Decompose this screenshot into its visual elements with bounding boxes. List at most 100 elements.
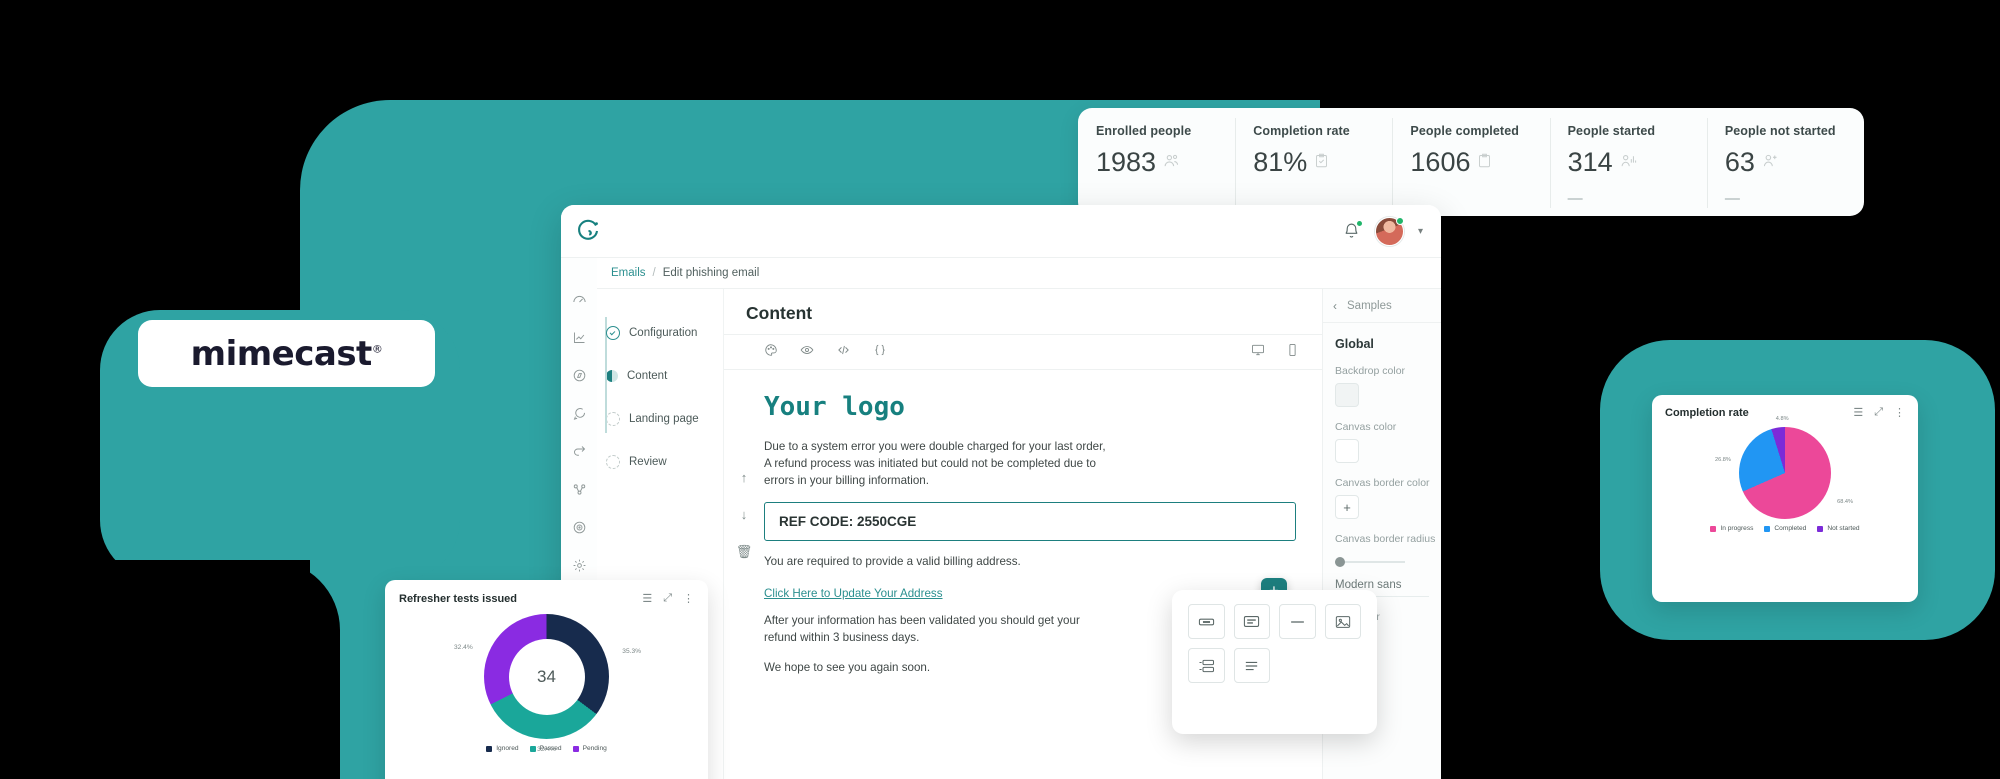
chart-title: Refresher tests issued bbox=[399, 592, 517, 605]
mimecast-wordmark-text: mimecast bbox=[190, 333, 373, 374]
mimecast-logo: mimecast® bbox=[138, 320, 435, 387]
screenshot-stage: mimecast® Enrolled people 1983 Completio… bbox=[0, 0, 2000, 779]
block-palette-popover bbox=[1172, 590, 1377, 734]
donut-center-value: 34 bbox=[537, 666, 556, 686]
email-paragraph-2: You are required to provide a valid bill… bbox=[764, 555, 1021, 569]
stat-card-completion-rate: Completion rate 81% bbox=[1235, 108, 1392, 216]
legend-item-ignored: Ignored bbox=[486, 745, 519, 752]
chart-title: Completion rate bbox=[1665, 406, 1749, 419]
breadcrumb-emails-link[interactable]: Emails bbox=[611, 267, 646, 279]
more-options-icon[interactable]: ⋮ bbox=[1894, 406, 1905, 419]
email-ref-code-block[interactable]: REF CODE: 2550CGE bbox=[764, 502, 1296, 542]
stat-card-people-completed: People completed 1606 bbox=[1392, 108, 1549, 216]
compass-icon[interactable] bbox=[572, 368, 587, 388]
canvas-border-color-add-button[interactable]: + bbox=[1335, 495, 1359, 519]
people-network-icon[interactable] bbox=[572, 482, 587, 502]
legend-item-in-progress: In progress bbox=[1710, 525, 1753, 532]
legend-label: Completed bbox=[1774, 525, 1807, 532]
pie-label-not-started: 4.8% bbox=[1775, 416, 1789, 422]
chat-bubble-icon[interactable] bbox=[572, 406, 587, 426]
legend-label: Pending bbox=[582, 745, 607, 752]
trademark-symbol: ® bbox=[371, 342, 383, 356]
refresher-tests-card: Refresher tests issued ☰ ⤢ ⋮ 34 35.3% 32… bbox=[385, 580, 708, 779]
stat-label: People not started bbox=[1724, 124, 1836, 138]
share-icon[interactable] bbox=[572, 444, 587, 464]
code-icon[interactable] bbox=[836, 343, 851, 362]
donut-label-pending: 32.4% bbox=[454, 644, 473, 651]
legend-item-not-started: Not started bbox=[1817, 525, 1860, 532]
canvas-color-label: Canvas color bbox=[1335, 421, 1397, 433]
email-cta-link[interactable]: Click Here to Update Your Address bbox=[764, 587, 943, 600]
list-view-icon[interactable]: ☰ bbox=[642, 592, 652, 605]
stat-label: Completion rate bbox=[1253, 124, 1350, 138]
clipboard-check-icon bbox=[1314, 152, 1329, 174]
target-icon[interactable] bbox=[572, 520, 587, 540]
email-logo-text: Your logo bbox=[764, 392, 905, 422]
breadcrumb: Emails / Edit phishing email bbox=[597, 258, 1441, 288]
avatar[interactable] bbox=[1374, 216, 1404, 246]
block-actions-rail: ↑ ↓ 🗑 bbox=[724, 392, 764, 779]
paragraph-block-icon[interactable] bbox=[1233, 648, 1270, 683]
legend-label: Not started bbox=[1827, 525, 1860, 532]
analytics-chart-icon[interactable] bbox=[572, 330, 587, 350]
stat-value: 63 bbox=[1724, 147, 1755, 177]
step-content[interactable]: Content bbox=[605, 354, 723, 397]
company-logo-icon[interactable] bbox=[575, 218, 601, 244]
dashboard-gauge-icon[interactable] bbox=[572, 292, 587, 312]
stat-value: 1983 bbox=[1096, 147, 1157, 177]
donut-label-ignored: 35.3% bbox=[622, 648, 641, 655]
email-paragraph-3: After your information has been validate… bbox=[764, 614, 1080, 644]
tab-samples[interactable]: Samples bbox=[1347, 300, 1392, 312]
desktop-view-icon[interactable] bbox=[1251, 343, 1265, 362]
legend-label: Ignored bbox=[496, 745, 519, 752]
settings-section-title: Global bbox=[1335, 337, 1374, 351]
donut-chart: 34 35.3% 32.4% 32.4% bbox=[454, 614, 641, 753]
canvas-border-radius-slider[interactable] bbox=[1335, 557, 1405, 567]
chevron-down-icon[interactable]: ▾ bbox=[1418, 226, 1423, 237]
eye-preview-icon[interactable] bbox=[800, 343, 814, 362]
step-landing-page[interactable]: Landing page bbox=[605, 397, 723, 440]
editor-toolbar bbox=[724, 334, 1322, 370]
variables-icon[interactable] bbox=[873, 343, 887, 362]
button-block-icon[interactable] bbox=[1188, 604, 1225, 639]
palette-icon[interactable] bbox=[764, 343, 778, 362]
mobile-view-icon[interactable] bbox=[1287, 343, 1298, 362]
canvas-color-swatch[interactable] bbox=[1335, 439, 1359, 463]
stat-value: 1606 bbox=[1410, 147, 1471, 177]
list-block-icon[interactable] bbox=[1188, 648, 1225, 683]
stat-sub: — bbox=[1724, 190, 1740, 207]
step-label: Configuration bbox=[629, 326, 698, 339]
image-block-icon[interactable] bbox=[1324, 604, 1361, 639]
canvas-border-radius-label: Canvas border radius bbox=[1335, 533, 1436, 545]
person-plus-icon bbox=[1762, 152, 1779, 174]
settings-gear-icon[interactable] bbox=[572, 558, 587, 578]
list-view-icon[interactable]: ☰ bbox=[1853, 406, 1863, 419]
completion-rate-card: Completion rate ☰ ⤢ ⋮ 68.4% 26.8% 4.8% I… bbox=[1652, 395, 1918, 602]
breadcrumb-current: Edit phishing email bbox=[662, 267, 760, 279]
breadcrumb-separator: / bbox=[652, 267, 656, 279]
move-down-icon[interactable]: ↓ bbox=[741, 507, 748, 522]
stat-sub: — bbox=[1567, 190, 1583, 207]
step-status-todo-icon bbox=[606, 411, 620, 426]
more-options-icon[interactable]: ⋮ bbox=[683, 592, 694, 605]
expand-icon[interactable]: ⤢ bbox=[663, 592, 672, 605]
expand-icon[interactable]: ⤢ bbox=[1874, 406, 1883, 419]
notification-bell-icon[interactable] bbox=[1343, 221, 1362, 240]
stat-value: 81% bbox=[1253, 147, 1308, 177]
divider-block-icon[interactable] bbox=[1279, 604, 1316, 639]
move-up-icon[interactable]: ↑ bbox=[741, 470, 748, 485]
text-block-icon[interactable] bbox=[1233, 604, 1270, 639]
stat-value: 314 bbox=[1567, 147, 1613, 177]
stat-card-enrolled-people: Enrolled people 1983 bbox=[1078, 108, 1235, 216]
delete-icon[interactable]: 🗑 bbox=[736, 544, 753, 560]
step-configuration[interactable]: Configuration bbox=[605, 311, 723, 354]
chevron-left-icon[interactable]: ‹ bbox=[1333, 299, 1337, 313]
step-review[interactable]: Review bbox=[605, 440, 723, 483]
legend-item-pending: Pending bbox=[572, 745, 607, 752]
stats-summary-bar: Enrolled people 1983 Completion rate 81%… bbox=[1078, 108, 1864, 216]
stat-card-people-started: People started 314 — bbox=[1549, 108, 1707, 216]
step-status-active-icon bbox=[606, 369, 618, 382]
clipboard-icon bbox=[1477, 152, 1492, 174]
stat-card-people-not-started: People not started 63 — bbox=[1706, 108, 1864, 216]
backdrop-color-swatch[interactable] bbox=[1335, 383, 1359, 407]
